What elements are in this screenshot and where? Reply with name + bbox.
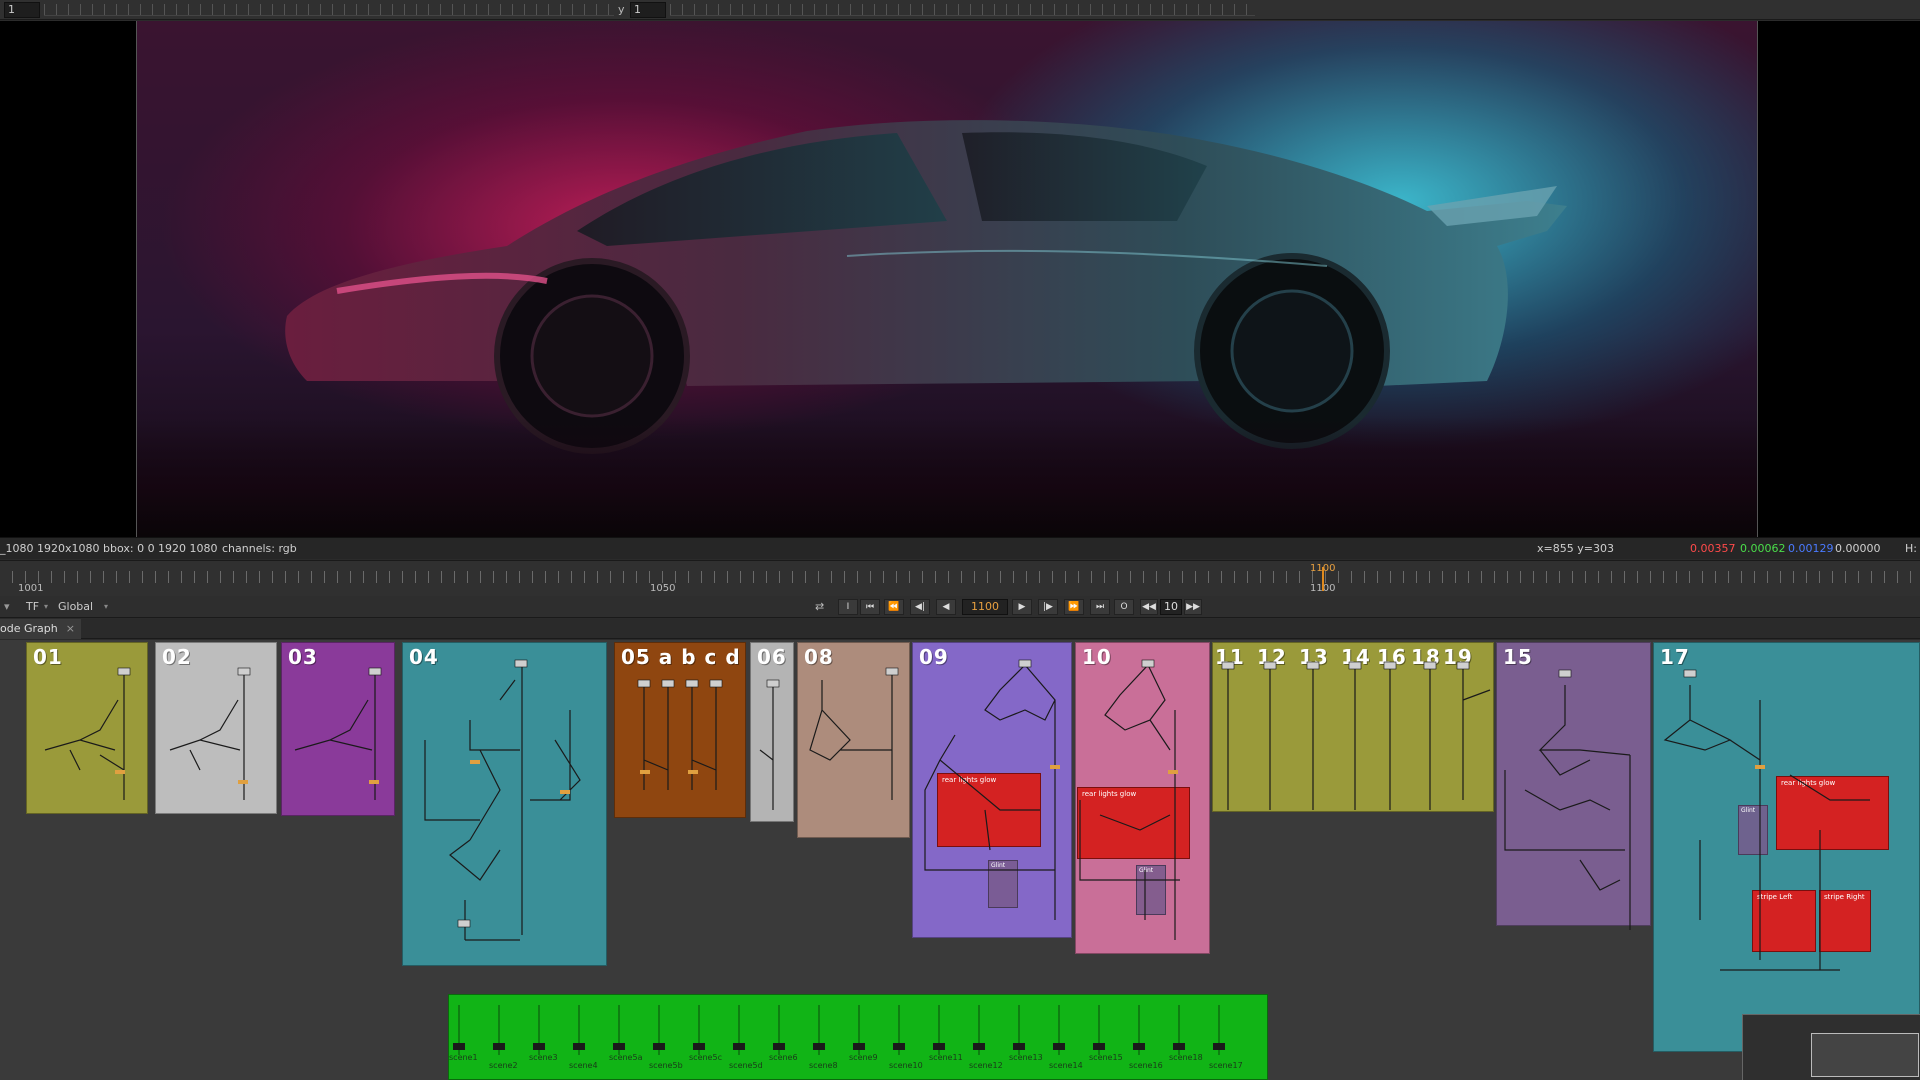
step-forward-button[interactable]: ▶▶	[1184, 599, 1202, 615]
scene-read-label: scene9	[849, 1053, 878, 1062]
viewer-image	[136, 21, 1758, 537]
y-label: y	[618, 3, 625, 16]
in-point-button[interactable]: I	[838, 599, 858, 615]
scene-read-label: scene8	[809, 1061, 838, 1070]
scene-read-label: scene17	[1209, 1061, 1243, 1070]
scene-read-label: scene11	[929, 1053, 963, 1062]
play-forward-button[interactable]: ▶	[1012, 599, 1032, 615]
pixel-coords: x=855 y=303	[1537, 542, 1614, 555]
y-offset-field[interactable]: 1	[630, 2, 666, 18]
channels-text: channels: rgb	[222, 542, 297, 555]
timeline[interactable]: 1001 1050 1100 1100	[0, 560, 1920, 596]
scene-read-label: scene3	[529, 1053, 558, 1062]
scene-read-label: scene12	[969, 1061, 1003, 1070]
scene-read-label: scene6	[769, 1053, 798, 1062]
x-offset-slider[interactable]	[44, 4, 614, 16]
playhead-label: 1100	[1310, 563, 1336, 574]
scene-read-label: scene5a	[609, 1053, 643, 1062]
first-frame-button[interactable]: ⏮	[860, 599, 880, 615]
minimap-viewport[interactable]	[1811, 1033, 1919, 1077]
nuke-window: 1 y 1 _1080 1920x1080 bbox: 0 0 1920 108…	[0, 0, 1920, 1080]
close-icon[interactable]: ×	[66, 622, 75, 635]
timeline-mid-label: 1050	[650, 583, 676, 594]
green-value: 0.00062	[1740, 542, 1786, 555]
viewer[interactable]	[0, 21, 1920, 537]
viewer-info-bar: _1080 1920x1080 bbox: 0 0 1920 1080 chan…	[0, 537, 1920, 559]
next-frame-button[interactable]: |▶	[1038, 599, 1058, 615]
prev-keyframe-button[interactable]: ⏪	[884, 599, 904, 615]
last-frame-button[interactable]: ⏭	[1090, 599, 1110, 615]
bbox-text: bbox: 0 0 1920 1080	[103, 542, 218, 555]
scene-read-label: scene4	[569, 1061, 598, 1070]
play-backward-button[interactable]: ◀	[936, 599, 956, 615]
floor-shadow	[137, 417, 1757, 537]
scene-read-label: scene13	[1009, 1053, 1043, 1062]
scene-read-label: scene1	[449, 1053, 478, 1062]
step-back-button[interactable]: ◀◀	[1140, 599, 1158, 615]
transport-bar: ▾ TF ▾ Global ▾ ⇄ I ⏮ ⏪ ◀| ◀ 1100 ▶ |▶ ⏩…	[0, 596, 1920, 618]
x-offset-field[interactable]: 1	[4, 2, 40, 18]
next-keyframe-button[interactable]: ⏩	[1064, 599, 1084, 615]
scene-read-label: scene5d	[729, 1061, 763, 1070]
y-offset-slider[interactable]	[670, 4, 1255, 16]
hsv-label: H:	[1905, 542, 1917, 555]
tab-node-graph-label: ode Graph	[0, 622, 58, 635]
frame-increment-field[interactable]: 10	[1160, 599, 1182, 615]
viewer-toolbar: 1 y 1	[0, 0, 1920, 20]
node-graph-minimap[interactable]	[1742, 1014, 1920, 1080]
timeline-start-label: 1001	[18, 583, 44, 594]
red-value: 0.00357	[1690, 542, 1736, 555]
scene-read-label: scene15	[1089, 1053, 1123, 1062]
viewer-menu-icon[interactable]: ▾	[4, 599, 16, 615]
scene-read-label: scene10	[889, 1061, 923, 1070]
format-text: _1080 1920x1080	[0, 542, 100, 555]
out-point-button[interactable]: O	[1114, 599, 1134, 615]
scene-read-label: scene5c	[689, 1053, 722, 1062]
scene-read-label: scene2	[489, 1061, 518, 1070]
alpha-value: 0.00000	[1835, 542, 1881, 555]
scene-read-label: scene14	[1049, 1061, 1083, 1070]
sync-icon[interactable]: ⇄	[815, 599, 824, 615]
backdrop-scenes[interactable]: scene1 scene2 scene3 scene4 scene5a scen…	[448, 994, 1268, 1080]
blue-value: 0.00129	[1788, 542, 1834, 555]
current-frame-field[interactable]: 1100	[962, 599, 1008, 615]
scene-read-label: scene18	[1169, 1053, 1203, 1062]
chevron-down-icon: ▾	[104, 602, 109, 611]
timeline-ruler[interactable]	[12, 571, 1912, 583]
scene-read-label: scene5b	[649, 1061, 683, 1070]
scene-read-label: scene16	[1129, 1061, 1163, 1070]
node-graph[interactable]: 01 02 03 04 05 a b c d 06 08 09 10 11 12…	[0, 640, 1920, 1080]
timeline-range-select[interactable]: Global	[58, 599, 93, 615]
timeline-mode-select[interactable]: TF	[26, 599, 39, 615]
panel-tab-bar: ode Graph ×	[0, 619, 1920, 639]
chevron-down-icon: ▾	[44, 602, 49, 611]
prev-frame-button[interactable]: ◀|	[910, 599, 930, 615]
tab-node-graph[interactable]: ode Graph ×	[0, 619, 81, 639]
